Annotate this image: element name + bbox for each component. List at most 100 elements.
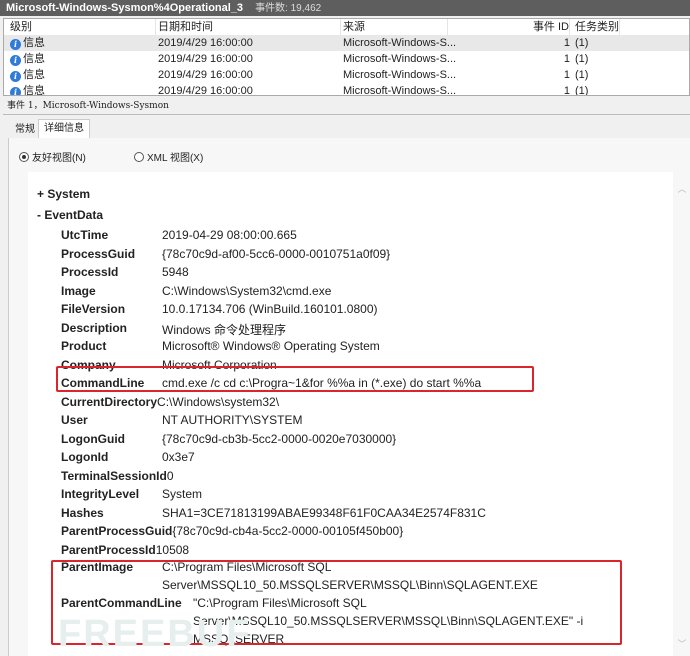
level-cell: i 信息 (10, 51, 45, 67)
info-icon: i (10, 55, 21, 66)
field-hashes: Hashes SHA1=3CE71813199ABAE99348F61F0CAA3… (61, 505, 486, 520)
log-title: Microsoft-Windows-Sysmon%4Operational_3 (6, 2, 244, 14)
info-icon: i (10, 39, 21, 50)
field-processguid: ProcessGuid {78c70c9d-af00-5cc6-0000-0010… (61, 246, 390, 261)
task-cell: (1) (575, 69, 589, 81)
event-id-cell: 1 (563, 37, 570, 49)
field-value: C:\Windows\system32\ (157, 394, 280, 409)
field-key: IntegrityLevel (61, 487, 140, 501)
field-value: {78c70c9d-af00-5cc6-0000-0010751a0f09} (162, 246, 391, 261)
field-key: ParentProcessGuid (61, 524, 173, 538)
info-icon: i (10, 71, 21, 82)
friendly-view-label: 友好视图(N) (32, 153, 86, 164)
col-source[interactable]: 来源 (343, 19, 448, 35)
datetime-cell: 2019/4/29 16:00:00 (158, 69, 253, 81)
field-product: Product Microsoft® Windows® Operating Sys… (61, 339, 380, 353)
eventdata-node[interactable]: - EventData (37, 208, 103, 222)
task-cell: (1) (575, 37, 589, 49)
field-value: Windows 命令处理程序 (162, 322, 287, 337)
tab-details[interactable]: 详细信息 (38, 119, 90, 138)
field-key: TerminalSessionId (61, 468, 167, 483)
field-parentprocessguid: ParentProcessGuid{78c70c9d-cb4a-5cc2-000… (61, 524, 403, 538)
list-row[interactable]: i 信息 2019/4/29 16:00:00 Microsoft-Windows… (4, 35, 689, 51)
field-logonid: LogonId 0x3e7 (61, 450, 195, 464)
info-icon: i (10, 87, 21, 95)
level-cell: i 信息 (10, 67, 45, 83)
task-cell: (1) (575, 85, 589, 96)
field-value: {78c70c9d-cb3b-5cc2-0000-0020e7030000} (162, 431, 397, 446)
col-task[interactable]: 任务类别 (575, 19, 620, 35)
radio-unchecked-icon (134, 152, 144, 162)
field-key: LogonId (61, 450, 109, 464)
field-value: 5948 (162, 265, 189, 279)
field-parentprocessid: ParentProcessId10508 (61, 543, 189, 557)
field-utctime: UtcTime 2019-04-29 08:00:00.665 (61, 228, 297, 242)
field-value: 0x3e7 (162, 450, 195, 464)
field-value: System (162, 487, 203, 501)
list-row[interactable]: i 信息 2019/4/29 16:00:00 Microsoft-Windows… (4, 51, 689, 67)
field-description: Description Windows 命令处理程序 (61, 320, 286, 337)
field-key: LogonGuid (61, 431, 125, 446)
tab-general[interactable]: 常规 (10, 121, 40, 138)
event-data-view: + System - EventData UtcTime 2019-04-29 0… (28, 172, 673, 656)
list-row[interactable]: i 信息 2019/4/29 16:00:00 Microsoft-Windows… (4, 67, 689, 83)
event-id-cell: 1 (563, 53, 570, 65)
window-title-bar: Microsoft-Windows-Sysmon%4Operational_3 事… (0, 0, 690, 16)
field-value: SHA1=3CE71813199ABAE99348F61F0CAA34E2574… (162, 505, 486, 520)
source-cell: Microsoft-Windows-S... (343, 53, 457, 65)
scroll-up-icon[interactable]: ︿ (673, 182, 690, 195)
field-key: Description (61, 320, 128, 335)
level-cell: i 信息 (10, 35, 45, 51)
col-datetime[interactable]: 日期和时间 (158, 19, 341, 35)
radio-checked-icon (19, 152, 29, 162)
list-row[interactable]: i 信息 2019/4/29 16:00:00 Microsoft-Windows… (4, 83, 689, 96)
field-fileversion: FileVersion 10.0.17134.706 (WinBuild.1601… (61, 302, 378, 316)
field-currentdirectory: CurrentDirectoryC:\Windows\system32\ (61, 395, 279, 409)
source-cell: Microsoft-Windows-S... (343, 69, 457, 81)
field-logonguid: LogonGuid {78c70c9d-cb3b-5cc2-0000-0020e7… (61, 431, 396, 446)
field-image: Image C:\Windows\System32\cmd.exe (61, 283, 331, 298)
field-user: User NT AUTHORITY\SYSTEM (61, 413, 302, 427)
event-detail-header: 事件 1，Microsoft-Windows-Sysmon (3, 98, 690, 115)
field-key: Hashes (61, 505, 104, 520)
system-node[interactable]: + System (37, 187, 90, 201)
source-cell: Microsoft-Windows-S... (343, 37, 457, 49)
field-terminalsessionid: TerminalSessionId0 (61, 469, 174, 483)
col-level[interactable]: 级别 (10, 19, 156, 35)
field-processid: ProcessId 5948 (61, 265, 189, 279)
event-id-cell: 1 (563, 85, 570, 96)
datetime-cell: 2019/4/29 16:00:00 (158, 85, 253, 96)
field-key: FileVersion (61, 302, 126, 316)
field-value: NT AUTHORITY\SYSTEM (162, 413, 303, 427)
watermark-logo: FREEBUF (58, 613, 252, 655)
highlight-box-commandline (56, 366, 534, 392)
field-key: CurrentDirectory (61, 394, 158, 409)
event-id-cell: 1 (563, 69, 570, 81)
details-panel: 友好视图(N) XML 视图(X) + System - EventData U… (8, 138, 690, 656)
field-key: Image (61, 283, 96, 298)
event-count: 事件数: 19,462 (255, 3, 322, 14)
field-key: Product (61, 339, 107, 353)
field-value: 10508 (155, 542, 190, 557)
field-value: {78c70c9d-cb4a-5cc2-0000-00105f450b00} (172, 524, 404, 538)
task-cell: (1) (575, 53, 589, 65)
source-cell: Microsoft-Windows-S... (343, 85, 457, 96)
field-key: ParentProcessId (61, 542, 156, 557)
list-header: 级别 日期和时间 来源 事件 ID 任务类别 (4, 19, 689, 35)
event-list[interactable]: 级别 日期和时间 来源 事件 ID 任务类别 i 信息 2019/4/29 16:… (3, 18, 690, 96)
field-value: C:\Windows\System32\cmd.exe (162, 283, 332, 298)
vertical-scrollbar[interactable]: ︿ ﹀ (673, 172, 690, 656)
xml-view-radio[interactable]: XML 视图(X) (134, 149, 203, 164)
xml-view-label: XML 视图(X) (147, 153, 204, 164)
field-value: 2019-04-29 08:00:00.665 (162, 228, 297, 242)
datetime-cell: 2019/4/29 16:00:00 (158, 37, 253, 49)
friendly-view-radio[interactable]: 友好视图(N) (19, 149, 86, 164)
datetime-cell: 2019/4/29 16:00:00 (158, 53, 253, 65)
field-key: UtcTime (61, 228, 109, 242)
field-value: Microsoft® Windows® Operating System (162, 339, 380, 353)
scroll-down-icon[interactable]: ﹀ (673, 637, 690, 650)
field-key: ProcessGuid (61, 246, 136, 261)
field-key: User (61, 413, 88, 427)
col-event-id[interactable]: 事件 ID (454, 19, 570, 35)
field-value: 0 (166, 468, 174, 483)
